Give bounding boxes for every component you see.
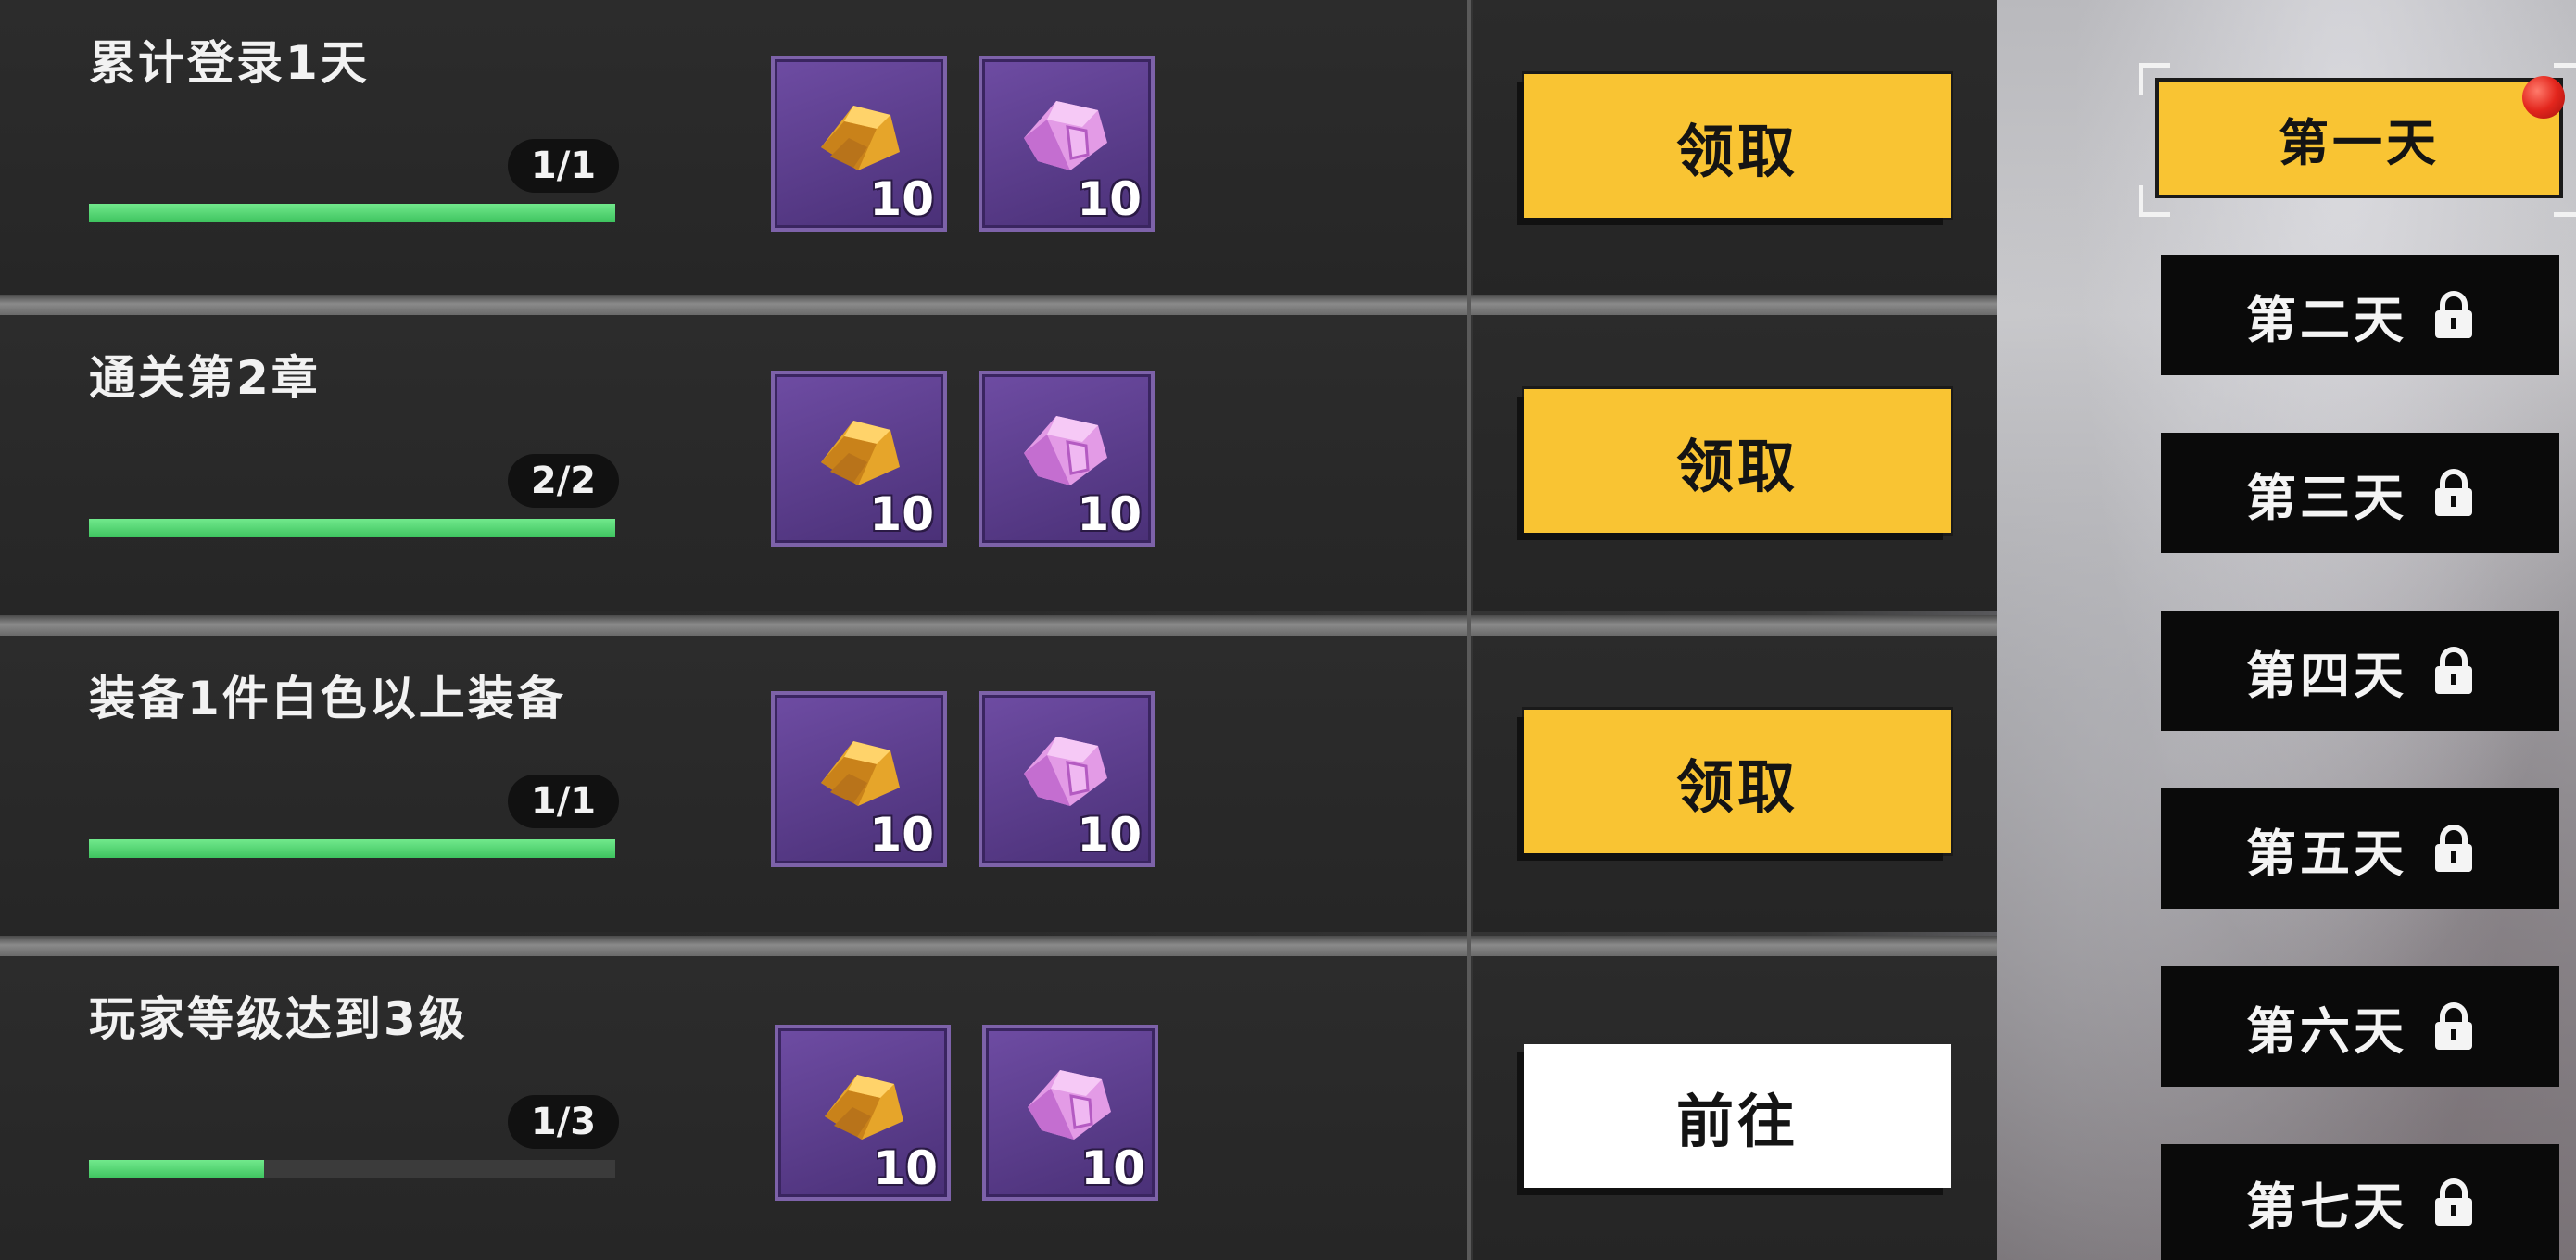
row-divider <box>0 295 1997 315</box>
tab-label: 第三天 <box>2246 468 2407 527</box>
row-divider <box>0 936 1997 956</box>
tab-label: 第四天 <box>2246 646 2407 705</box>
progress-count: 1/1 <box>508 139 619 193</box>
reward-quantity: 10 <box>1080 1141 1145 1195</box>
tab-label: 第二天 <box>2246 290 2407 349</box>
pink-crystal-icon <box>1028 1070 1111 1140</box>
reward-quantity: 10 <box>869 808 934 862</box>
progress-bar <box>89 839 615 858</box>
tab-day-3[interactable]: 第三天 <box>2161 433 2559 553</box>
reward-quantity: 10 <box>1077 487 1142 541</box>
pink-crystal-icon <box>1024 737 1107 806</box>
task-info-panel: 玩家等级达到3级 1/3 10 10 <box>0 956 1469 1260</box>
seven-day-event-panel: 累计登录1天 1/1 10 10 领取 通关第2章 2/2 10 10 领取 装… <box>0 0 2576 1260</box>
tab-label: 第一天 <box>2279 113 2440 172</box>
reward-pink-crystal[interactable]: 10 <box>982 1025 1158 1201</box>
tab-day-1[interactable]: 第一天 <box>2159 76 2565 195</box>
claim-button[interactable]: 领取 <box>1524 74 1951 218</box>
gold-bar-icon <box>821 421 900 485</box>
lock-icon <box>2435 825 2472 872</box>
reward-pink-crystal[interactable]: 10 <box>979 371 1155 547</box>
task-row: 通关第2章 2/2 10 10 领取 <box>0 315 1997 611</box>
reward-pink-crystal[interactable]: 10 <box>979 56 1155 232</box>
reward-quantity: 10 <box>869 172 934 226</box>
progress-count: 1/1 <box>508 775 619 828</box>
task-row: 累计登录1天 1/1 10 10 领取 <box>0 0 1997 296</box>
progress-bar <box>89 204 615 222</box>
reward-gold-bar[interactable]: 10 <box>775 1025 951 1201</box>
reward-quantity: 10 <box>869 487 934 541</box>
progress-bar-fill <box>89 1160 265 1178</box>
task-info-panel: 通关第2章 2/2 10 10 <box>0 315 1469 611</box>
progress-bar <box>89 1160 615 1178</box>
column-divider <box>1467 0 1471 1260</box>
pink-crystal-icon <box>1024 101 1107 170</box>
row-divider <box>0 615 1997 636</box>
day-tabs: 第一天 第二天 第三天 第四天 第五天 第六天 第七天 <box>2131 0 2576 1260</box>
task-action-panel: 前往 <box>1473 956 1997 1260</box>
tab-day-2[interactable]: 第二天 <box>2161 255 2559 375</box>
pink-crystal-icon <box>1024 416 1107 485</box>
tab-day-4[interactable]: 第四天 <box>2161 611 2559 731</box>
task-action-panel: 领取 <box>1473 315 1997 611</box>
task-title: 装备1件白色以上装备 <box>89 672 566 725</box>
reward-quantity: 10 <box>873 1141 938 1195</box>
lock-icon <box>2435 1002 2472 1050</box>
progress-count: 1/3 <box>508 1095 619 1149</box>
task-title: 通关第2章 <box>89 351 321 405</box>
task-row: 装备1件白色以上装备 1/1 10 10 领取 <box>0 636 1997 932</box>
progress-count: 2/2 <box>508 454 619 508</box>
task-info-panel: 装备1件白色以上装备 1/1 10 10 <box>0 636 1469 932</box>
tab-day-6[interactable]: 第六天 <box>2161 966 2559 1087</box>
progress-bar <box>89 519 615 537</box>
task-title: 玩家等级达到3级 <box>89 992 468 1046</box>
gold-bar-icon <box>821 106 900 170</box>
lock-icon <box>2435 1178 2472 1226</box>
task-info-panel: 累计登录1天 1/1 10 10 <box>0 0 1469 296</box>
lock-icon <box>2435 291 2472 338</box>
task-action-panel: 领取 <box>1473 636 1997 932</box>
tab-label: 第五天 <box>2246 824 2407 883</box>
tab-label: 第六天 <box>2246 1002 2407 1061</box>
go-button[interactable]: 前往 <box>1524 1044 1951 1188</box>
task-action-panel: 领取 <box>1473 0 1997 296</box>
gold-bar-icon <box>825 1075 903 1140</box>
task-list[interactable]: 累计登录1天 1/1 10 10 领取 通关第2章 2/2 10 10 领取 装… <box>0 0 1997 1260</box>
reward-gold-bar[interactable]: 10 <box>771 56 947 232</box>
tab-day-5[interactable]: 第五天 <box>2161 788 2559 909</box>
reward-quantity: 10 <box>1077 172 1142 226</box>
progress-bar-fill <box>89 839 615 858</box>
reward-quantity: 10 <box>1077 808 1142 862</box>
lock-icon <box>2435 647 2472 694</box>
progress-bar-fill <box>89 519 615 537</box>
gold-bar-icon <box>821 741 900 806</box>
tab-label: 第七天 <box>2246 1178 2407 1236</box>
claim-button[interactable]: 领取 <box>1524 389 1951 533</box>
claim-button[interactable]: 领取 <box>1524 710 1951 853</box>
task-row: 玩家等级达到3级 1/3 10 10 前往 <box>0 956 1997 1260</box>
notification-dot <box>2522 76 2565 119</box>
lock-icon <box>2435 469 2472 516</box>
reward-pink-crystal[interactable]: 10 <box>979 691 1155 867</box>
task-title: 累计登录1天 <box>89 36 370 90</box>
reward-gold-bar[interactable]: 10 <box>771 371 947 547</box>
tab-day-7[interactable]: 第七天 <box>2161 1144 2559 1260</box>
progress-bar-fill <box>89 204 615 222</box>
reward-gold-bar[interactable]: 10 <box>771 691 947 867</box>
